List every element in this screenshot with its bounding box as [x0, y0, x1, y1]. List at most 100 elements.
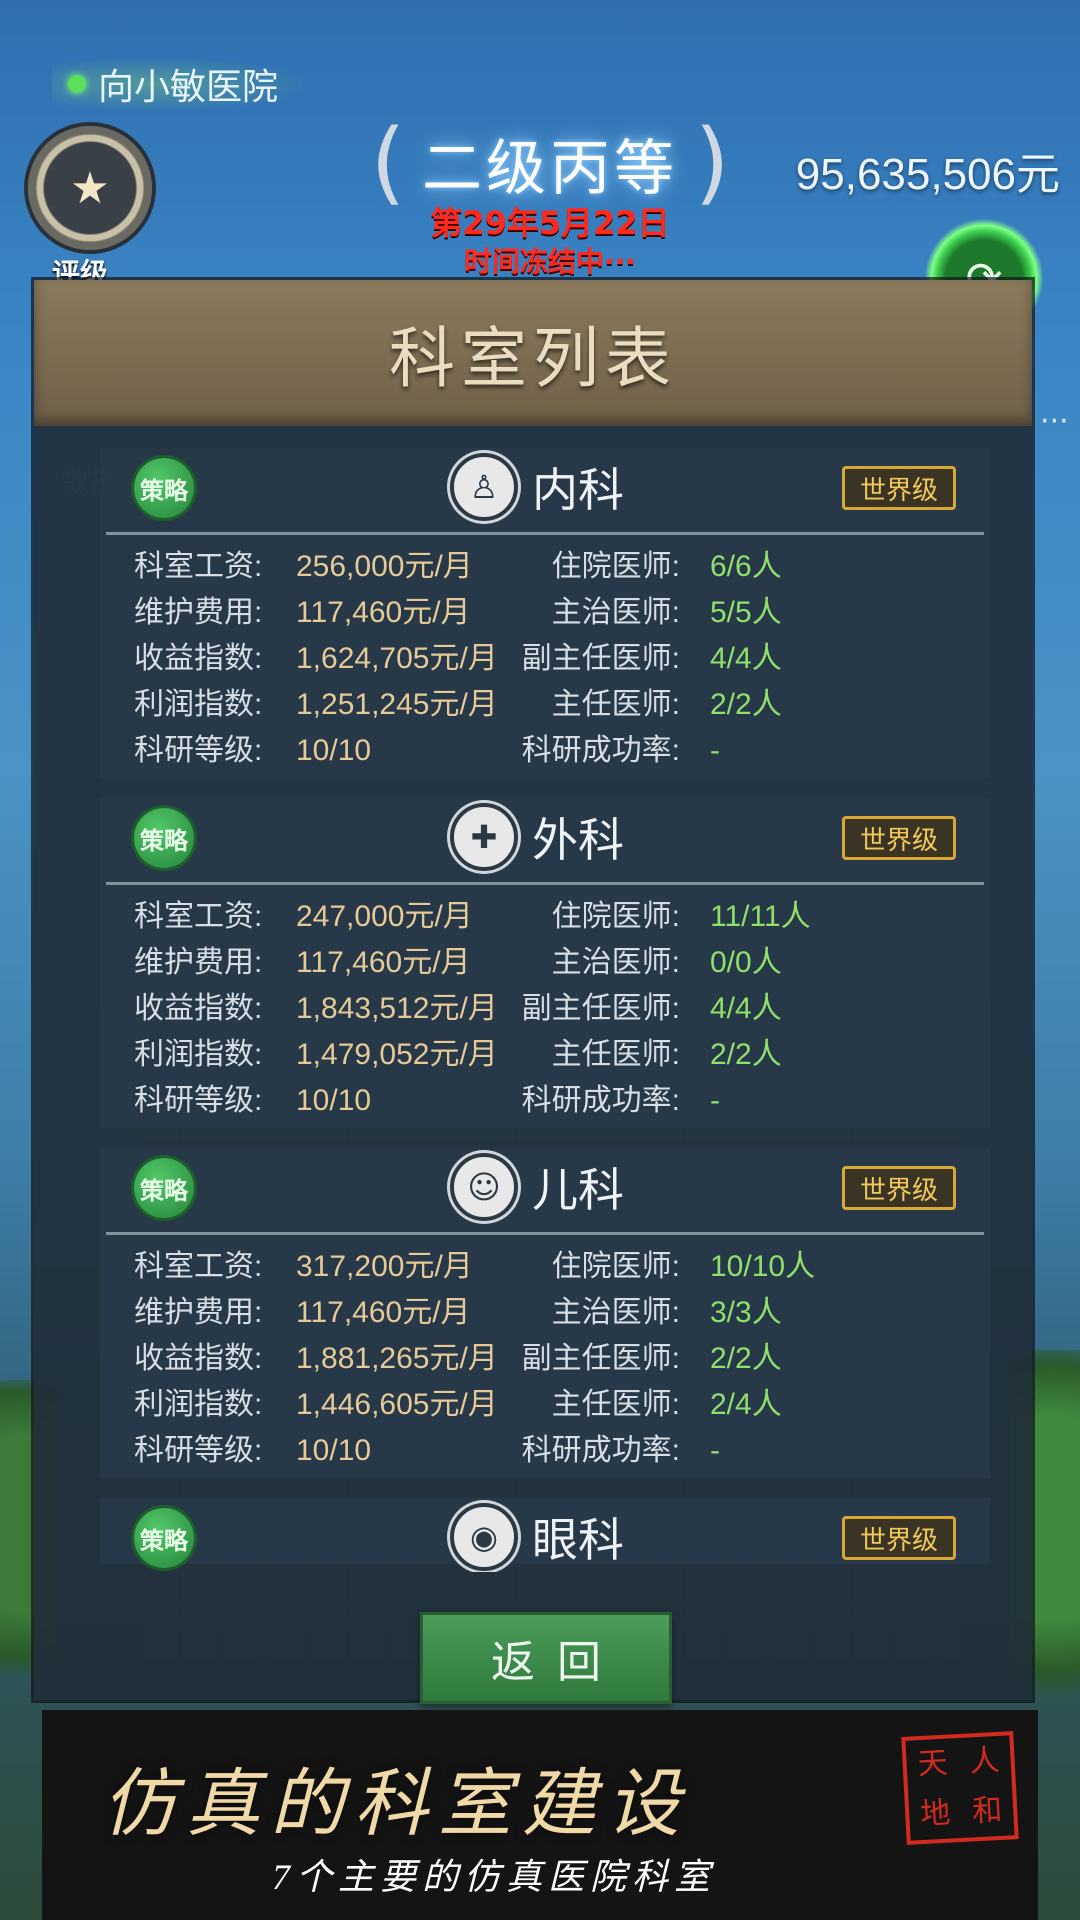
stat-label: 利润指数: [134, 688, 263, 721]
stat-row: 科研等级: 10/10 科研成功率: - [100, 1428, 990, 1474]
eye-icon: ◉ [450, 1503, 518, 1571]
seal-char: 地 [919, 1796, 952, 1832]
stat-label: 科室工资: [134, 550, 263, 583]
seal-char: 和 [971, 1793, 1004, 1829]
stat-row: 科研等级: 10/10 科研成功率: - [100, 1078, 990, 1124]
staff-value: 0/0人 [710, 946, 782, 979]
level-badge: 世界级 [842, 1516, 956, 1560]
staff-label: 主治医师: [551, 596, 680, 629]
stat-row: 利润指数: 1,479,052元/月 主任医师: 2/2人 [100, 1032, 990, 1078]
stat-label: 维护费用: [134, 596, 263, 629]
staff-label: 住院医师: [551, 550, 680, 583]
staff-value: - [710, 734, 720, 767]
staff-value: 10/10人 [710, 1250, 816, 1283]
stat-label: 科研等级: [134, 734, 263, 767]
stat-label: 利润指数: [134, 1038, 263, 1071]
level-badge: 世界级 [842, 1166, 956, 1210]
department-stats: 科室工资: 317,200元/月 住院医师: 10/10人 维护费用: 117,… [100, 1244, 990, 1474]
staff-value: 5/5人 [710, 596, 782, 629]
stat-row: 科室工资: 256,000元/月 住院医师: 6/6人 [100, 544, 990, 590]
stat-row: 利润指数: 1,446,605元/月 主任医师: 2/4人 [100, 1382, 990, 1428]
staff-label: 住院医师: [551, 1250, 680, 1283]
divider [106, 882, 984, 885]
surgery-icon: ✚ [450, 803, 518, 871]
department-header: ◉ 眼科 [450, 1503, 624, 1571]
grade-text: 二级丙等 [422, 134, 678, 202]
staff-value: 4/4人 [710, 642, 782, 675]
stat-row: 科室工资: 317,200元/月 住院医师: 10/10人 [100, 1244, 990, 1290]
stat-row: 维护费用: 117,460元/月 主治医师: 3/3人 [100, 1290, 990, 1336]
seal-char: 人 [968, 1743, 1001, 1779]
staff-value: 6/6人 [710, 550, 782, 583]
staff-value: 2/2人 [710, 1038, 782, 1071]
hospital-name: 向小敏医院 [98, 66, 279, 107]
strategy-button[interactable]: 策略 [134, 1158, 194, 1218]
doctor-icon: ♙ [450, 453, 518, 521]
rating-medal-icon[interactable]: ★ [28, 126, 152, 250]
department-name: 儿科 [532, 1164, 624, 1216]
staff-value: 11/11人 [710, 900, 811, 933]
baby-icon: ☺ [450, 1153, 518, 1221]
panel-header: 科室列表 [34, 280, 1032, 426]
game-date: 第29年5月22日 [430, 204, 670, 242]
stat-label: 科室工资: [134, 900, 263, 933]
stat-row: 科研等级: 10/10 科研成功率: - [100, 728, 990, 774]
staff-value: 4/4人 [710, 992, 782, 1025]
level-badge: 世界级 [842, 816, 956, 860]
staff-label: 主任医师: [551, 1038, 680, 1071]
department-header: ☺ 儿科 [450, 1153, 624, 1221]
stat-label: 收益指数: [134, 992, 263, 1025]
department-card-ophthalmology: 策略 ◉ 眼科 世界级 [100, 1498, 990, 1571]
time-status: 时间冻结中··· [464, 245, 636, 278]
staff-label: 主任医师: [551, 688, 680, 721]
stat-label: 科室工资: [134, 1250, 263, 1283]
staff-value: 3/3人 [710, 1296, 782, 1329]
stat-label: 科研等级: [134, 1084, 263, 1117]
staff-label: 科研成功率: [521, 1084, 680, 1117]
return-button[interactable]: 返回 [420, 1612, 672, 1704]
promo-title: 仿真的科室建设 [102, 1764, 690, 1846]
department-card-surgery: 策略 ✚ 外科 世界级 科室工资: 247,000元/月 住院医师: 11/11… [100, 798, 990, 1128]
staff-value: 2/4人 [710, 1388, 782, 1421]
stat-value: 10/10 [296, 1084, 372, 1117]
department-header: ♙ 内科 [450, 453, 624, 521]
staff-label: 科研成功率: [521, 1434, 680, 1467]
department-name: 眼科 [532, 1514, 624, 1566]
stat-label: 维护费用: [134, 946, 263, 979]
stat-label: 收益指数: [134, 1342, 263, 1375]
promo-subtitle: 7个主要的仿真医院科室 [272, 1857, 717, 1897]
panel-title: 科室列表 [389, 323, 677, 396]
divider [106, 532, 984, 535]
stat-label: 收益指数: [134, 642, 263, 675]
department-card-pediatrics: 策略 ☺ 儿科 世界级 科室工资: 317,200元/月 住院医师: 10/10… [100, 1148, 990, 1478]
more-dots-icon: ··· [1040, 404, 1069, 439]
department-card-internal: 策略 ♙ 内科 世界级 科室工资: 256,000元/月 住院医师: 6/6人 … [100, 448, 990, 778]
red-seal-stamp: 天 人 地 和 [901, 1731, 1019, 1845]
stat-label: 利润指数: [134, 1388, 263, 1421]
promo-banner: 仿真的科室建设 7个主要的仿真医院科室 天 人 地 和 [42, 1710, 1038, 1920]
staff-label: 主治医师: [551, 1296, 680, 1329]
staff-label: 副主任医师: [521, 1342, 680, 1375]
staff-label: 主任医师: [551, 1388, 680, 1421]
online-status-icon [68, 75, 86, 93]
staff-value: 2/2人 [710, 1342, 782, 1375]
staff-label: 副主任医师: [521, 642, 680, 675]
stat-row: 收益指数: 1,843,512元/月 副主任医师: 4/4人 [100, 986, 990, 1032]
staff-label: 科研成功率: [521, 734, 680, 767]
staff-label: 副主任医师: [521, 992, 680, 1025]
money-balance: 95,635,506元 [795, 150, 1060, 199]
strategy-button[interactable]: 策略 [134, 808, 194, 868]
staff-label: 住院医师: [551, 900, 680, 933]
department-stats: 科室工资: 256,000元/月 住院医师: 6/6人 维护费用: 117,46… [100, 544, 990, 774]
strategy-button[interactable]: 策略 [134, 1508, 194, 1568]
hospital-name-tag[interactable]: 向小敏医院 [52, 58, 303, 110]
stat-value: 10/10 [296, 734, 372, 767]
department-list[interactable]: 策略 ♙ 内科 世界级 科室工资: 256,000元/月 住院医师: 6/6人 … [100, 448, 990, 1572]
stat-label: 维护费用: [134, 1296, 263, 1329]
stat-label: 科研等级: [134, 1434, 263, 1467]
strategy-button[interactable]: 策略 [134, 458, 194, 518]
stat-value: 10/10 [296, 1434, 372, 1467]
staff-label: 主治医师: [551, 946, 680, 979]
stat-row: 收益指数: 1,881,265元/月 副主任医师: 2/2人 [100, 1336, 990, 1382]
department-header: ✚ 外科 [450, 803, 624, 871]
